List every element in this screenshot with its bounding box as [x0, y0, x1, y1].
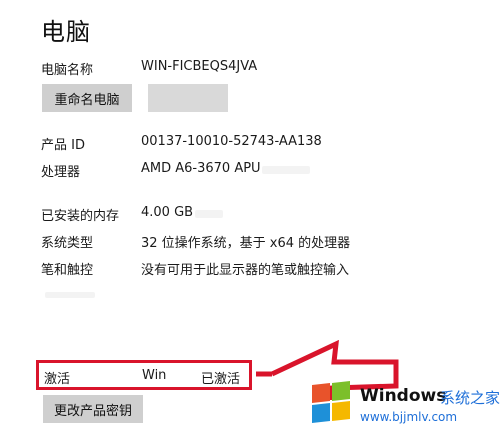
windows-logo-icon — [312, 381, 352, 424]
rename-pc-button[interactable]: 重命名电脑 — [42, 84, 132, 112]
installed-ram-label: 已安装的内存 — [41, 209, 120, 224]
pen-touch-value: 没有可用于此显示器的笔或触控输入 — [141, 263, 350, 278]
pen-touch-label: 笔和触控 — [41, 263, 94, 278]
watermark: Windows 系统之家 www.bjjmlv.com — [312, 380, 500, 428]
computer-name-label: 电脑名称 — [41, 63, 94, 78]
activation-status: 已激活 — [201, 372, 241, 387]
system-type-label: 系统类型 — [41, 236, 94, 251]
blank-button[interactable] — [148, 84, 228, 112]
watermark-url: www.bjjmlv.com — [360, 410, 458, 424]
watermark-brand: Windows — [360, 386, 447, 406]
processor-value: AMD A6-3670 APU — [141, 161, 261, 176]
page-title: 电脑 — [41, 18, 91, 46]
change-product-key-button[interactable]: 更改产品密钥 — [43, 395, 143, 423]
processor-label: 处理器 — [41, 165, 81, 180]
computer-name-value: WIN-FICBEQS4JVA — [141, 59, 258, 74]
installed-ram-value: 4.00 GB — [141, 205, 194, 220]
product-id-label: 产品 ID — [41, 138, 85, 153]
smudge — [262, 166, 310, 174]
smudge — [195, 210, 223, 218]
activation-label: 激活 — [44, 372, 71, 387]
activation-edition: Win — [142, 368, 167, 383]
system-type-value: 32 位操作系统，基于 x64 的处理器 — [141, 236, 351, 251]
product-id-value: 00137-10010-52743-AA138 — [141, 134, 322, 149]
smudge — [45, 292, 95, 298]
watermark-cn-text: 系统之家 — [440, 389, 500, 407]
